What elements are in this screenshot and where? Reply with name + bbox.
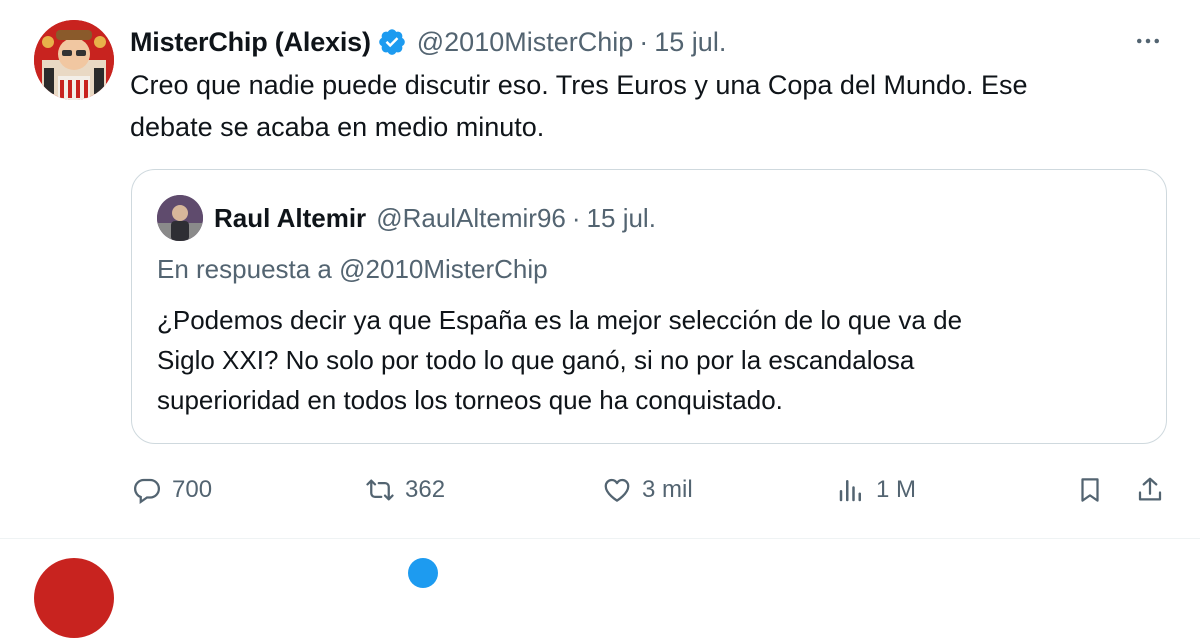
quoted-text-line: superioridad en todos los torneos que ha… bbox=[157, 385, 783, 415]
quoted-timestamp: 15 jul. bbox=[586, 202, 656, 233]
views-button[interactable]: 1 M bbox=[836, 470, 916, 510]
reply-icon bbox=[133, 478, 161, 505]
quoted-tweet[interactable]: Raul Altemir @RaulAltemir96 · 15 jul. En… bbox=[131, 169, 1167, 444]
action-bar: 700 362 3 mil 1 M bbox=[0, 470, 1200, 510]
quoted-avatar[interactable] bbox=[157, 195, 203, 241]
bookmark-button[interactable] bbox=[1075, 470, 1105, 510]
reply-context: En respuesta a @2010MisterChip bbox=[157, 254, 548, 285]
quoted-text-line: Siglo XXI? No solo por todo lo que ganó,… bbox=[157, 345, 915, 375]
retweet-icon bbox=[366, 479, 394, 501]
quoted-handle: @RaulAltemir96 bbox=[376, 202, 566, 233]
verified-badge-icon[interactable] bbox=[377, 27, 407, 57]
tweet-header: MisterChip (Alexis) @2010MisterChip · 15… bbox=[130, 24, 726, 60]
views-icon bbox=[839, 480, 861, 502]
tweet[interactable]: MisterChip (Alexis) @2010MisterChip · 15… bbox=[0, 0, 1200, 540]
separator-dot: · bbox=[571, 202, 581, 233]
quoted-avatar-image bbox=[157, 195, 203, 241]
quoted-text-line: ¿Podemos decir ya que España es la mejor… bbox=[157, 305, 963, 335]
display-name[interactable]: MisterChip (Alexis) bbox=[130, 27, 371, 58]
quoted-header: Raul Altemir @RaulAltemir96 · 15 jul. bbox=[214, 200, 656, 236]
reply-count: 700 bbox=[172, 476, 213, 503]
separator-dot: · bbox=[639, 26, 649, 57]
tweet-text: Creo que nadie puede discutir eso. Tres … bbox=[130, 64, 1170, 148]
reply-mention[interactable]: @2010MisterChip bbox=[339, 254, 547, 284]
timestamp[interactable]: 15 jul. bbox=[654, 27, 726, 58]
tweet-text-line: Creo que nadie puede discutir eso. Tres … bbox=[130, 70, 1028, 100]
more-dots-icon bbox=[1137, 38, 1159, 44]
more-button[interactable] bbox=[1126, 26, 1170, 56]
bookmark-icon bbox=[1081, 478, 1099, 502]
like-count: 3 mil bbox=[642, 476, 693, 503]
share-icon bbox=[1138, 477, 1162, 501]
handle[interactable]: @2010MisterChip bbox=[417, 27, 634, 58]
tweet-divider bbox=[0, 538, 1200, 539]
next-tweet-verified-icon bbox=[408, 558, 438, 588]
retweet-count: 362 bbox=[405, 476, 446, 503]
tweet-text-line: debate se acaba en medio minuto. bbox=[130, 112, 545, 142]
share-button[interactable] bbox=[1135, 470, 1165, 510]
quoted-text: ¿Podemos decir ya que España es la mejor… bbox=[157, 300, 1147, 420]
reply-button[interactable]: 700 bbox=[132, 470, 212, 510]
like-icon bbox=[604, 478, 630, 502]
reply-prefix: En respuesta a bbox=[157, 254, 332, 284]
like-button[interactable]: 3 mil bbox=[602, 470, 693, 510]
next-tweet-avatar[interactable] bbox=[34, 558, 114, 638]
views-count: 1 M bbox=[876, 476, 917, 503]
quoted-display-name: Raul Altemir bbox=[214, 202, 367, 233]
retweet-button[interactable]: 362 bbox=[365, 470, 445, 510]
profile-avatar[interactable] bbox=[34, 20, 114, 100]
avatar-image bbox=[34, 20, 114, 100]
